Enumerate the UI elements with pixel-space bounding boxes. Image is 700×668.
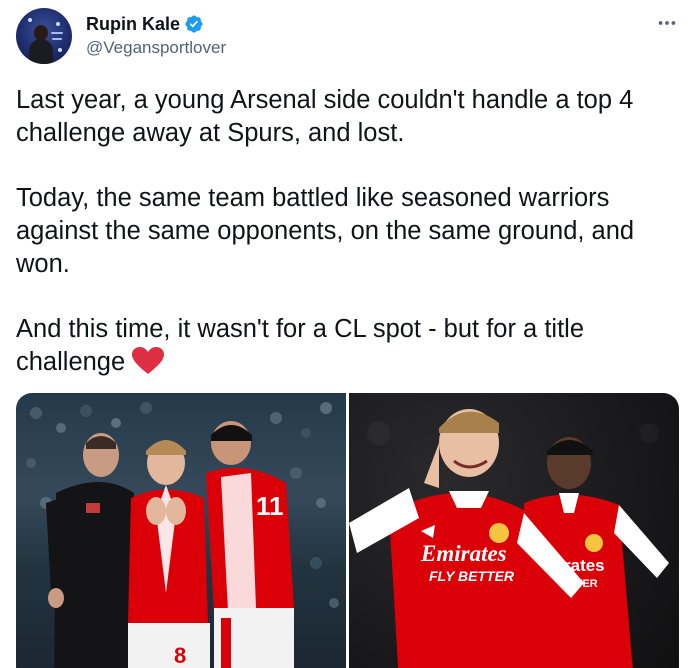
tweet-paragraph: Last year, a young Arsenal side couldn't… xyxy=(16,86,634,147)
tweet-paragraph: And this time, it wasn't for a CL spot -… xyxy=(16,315,584,376)
avatar[interactable] xyxy=(16,8,72,64)
tweet-paragraph-last: And this time, it wasn't for a CL spot -… xyxy=(16,313,686,379)
avatar-figure-body xyxy=(29,39,53,64)
user-names: Rupin Kale @Vegansportlover xyxy=(86,13,226,59)
referee-figure xyxy=(46,433,136,668)
player-figure-left: 8 xyxy=(128,440,210,668)
sponsor-emirates: Emirates xyxy=(420,541,507,566)
tweet-media[interactable]: 8 11 rates TTER Emirates FLY BETTER xyxy=(16,393,679,668)
display-name[interactable]: Rupin Kale xyxy=(86,13,180,35)
player-number-back: 11 xyxy=(256,491,284,521)
verified-badge-icon xyxy=(185,15,203,33)
display-name-row: Rupin Kale xyxy=(86,13,226,35)
more-dots-icon xyxy=(658,21,676,25)
photo-player-celebrating[interactable]: rates TTER Emirates FLY BETTER xyxy=(349,393,679,668)
player-number: 8 xyxy=(174,643,186,668)
photo-right-illustration: rates TTER Emirates FLY BETTER xyxy=(349,409,669,668)
avatar-decoration xyxy=(28,18,32,22)
avatar-decoration xyxy=(58,48,62,52)
player-figure-right: 11 xyxy=(206,421,294,668)
avatar-decoration xyxy=(52,38,62,40)
avatar-decoration xyxy=(51,32,63,34)
sponsor-fly-better: FLY BETTER xyxy=(429,568,515,584)
photo-left-illustration: 8 11 xyxy=(26,402,339,668)
photo-players-with-referee[interactable]: 8 11 xyxy=(16,393,346,668)
heart-emoji-icon xyxy=(132,347,165,374)
user-handle[interactable]: @Vegansportlover xyxy=(86,37,226,59)
more-horizontal-icon[interactable] xyxy=(656,12,678,40)
tweet-paragraph: Today, the same team battled like season… xyxy=(16,184,635,278)
tweet-text: Last year, a young Arsenal side couldn't… xyxy=(16,84,686,379)
tweet-header: Rupin Kale @Vegansportlover xyxy=(16,8,226,64)
avatar-decoration xyxy=(56,22,60,26)
tweet: Rupin Kale @Vegansportlover Last year, a… xyxy=(0,0,700,668)
